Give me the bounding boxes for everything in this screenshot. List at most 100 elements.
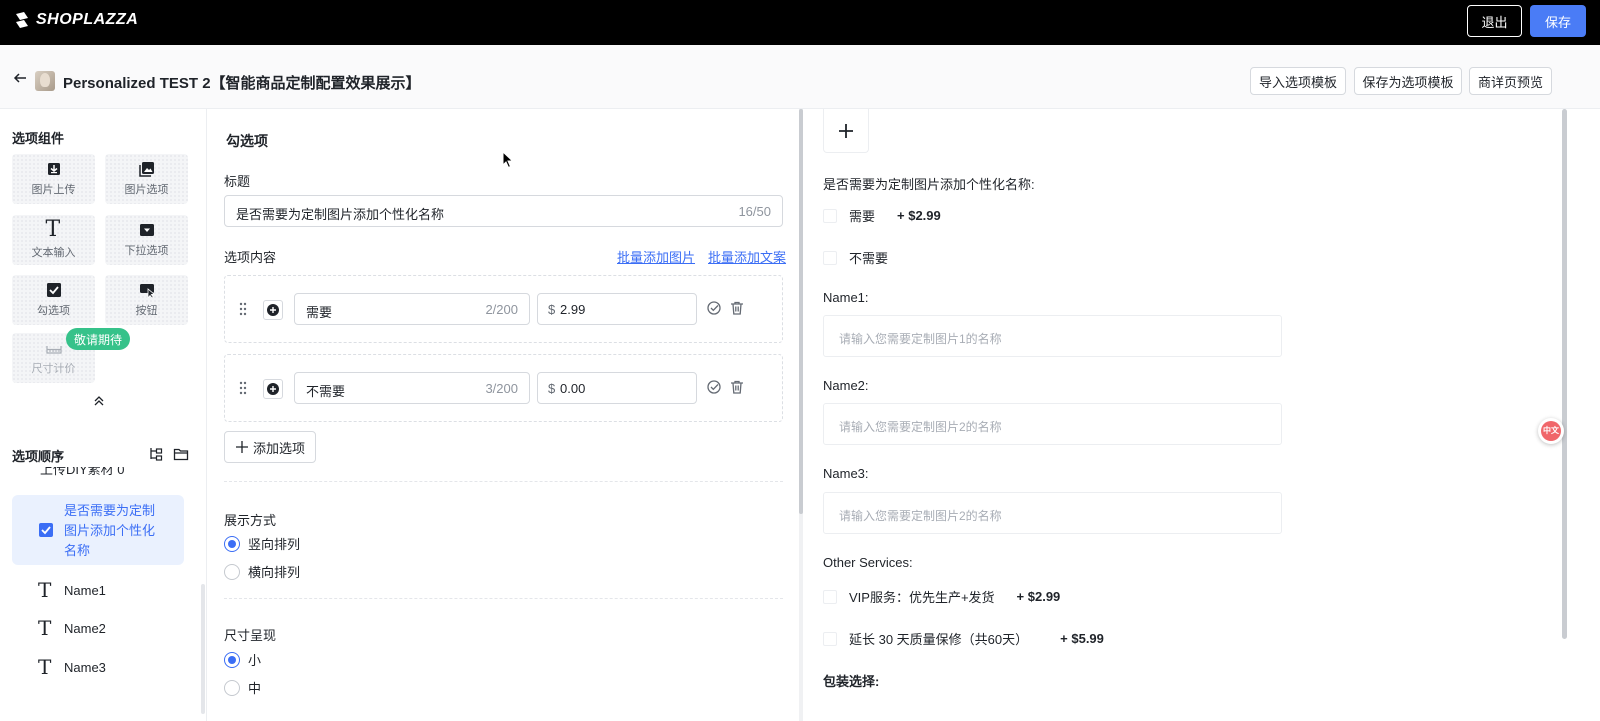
page-header: Personalized TEST 2【智能商品定制配置效果展示】 导入选项模板…	[0, 45, 1600, 109]
add-image-button[interactable]	[263, 379, 283, 399]
folder-icon[interactable]	[173, 446, 189, 462]
display-mode-label: 展示方式	[224, 513, 277, 528]
component-label: 勾选项	[37, 305, 70, 317]
radio-dot	[224, 535, 240, 552]
set-default-icon[interactable]	[706, 300, 722, 316]
checkbox[interactable]	[823, 208, 837, 223]
checkbox[interactable]	[823, 631, 837, 646]
ruler-icon	[45, 346, 62, 354]
drag-handle-icon[interactable]	[239, 302, 247, 316]
component-label: 下拉选项	[124, 245, 169, 257]
radio-label: 中	[248, 681, 262, 696]
back-arrow-icon[interactable]	[12, 70, 28, 86]
sidebar-scrollbar[interactable]	[201, 584, 205, 714]
preview-question: 是否需要为定制图片添加个性化名称:	[823, 177, 1035, 192]
component-dropdown[interactable]: 下拉选项	[105, 215, 188, 265]
radio-label: 横向排列	[248, 565, 301, 580]
add-image-upload[interactable]	[823, 109, 869, 153]
translate-icon: 中文	[1541, 421, 1561, 441]
option-price-input[interactable]: $ 0.00	[537, 372, 697, 404]
delete-icon[interactable]	[729, 300, 745, 316]
set-default-icon[interactable]	[706, 379, 722, 395]
dropdown-icon	[139, 224, 154, 236]
left-sidebar: 选项组件 图片上传 图片选项 T 文本输入 下拉选项 勾选项 按钮 尺寸计价 敬…	[0, 109, 207, 721]
radio-size-medium[interactable]: 中	[224, 678, 261, 697]
drag-handle-icon[interactable]	[239, 381, 247, 395]
checkbox[interactable]	[823, 589, 837, 604]
char-count: 2/200	[485, 302, 518, 317]
order-item-partial[interactable]: 上传DIY素材 0	[40, 467, 125, 477]
preview-choice-yes[interactable]: 需要 + $2.99	[823, 206, 941, 225]
bulk-add-text-link[interactable]: 批量添加文案	[708, 247, 786, 266]
other-services-label: Other Services:	[823, 555, 913, 570]
text-icon: T	[38, 655, 52, 679]
component-checkbox[interactable]: 勾选项	[12, 275, 95, 325]
radio-horizontal[interactable]: 横向排列	[224, 562, 300, 581]
name3-label: Name3:	[823, 466, 869, 481]
chevron-double-up-icon[interactable]	[92, 394, 106, 408]
component-label: 图片选项	[124, 184, 169, 196]
checkbox[interactable]	[823, 250, 837, 265]
input-placeholder: 请输入您需要定制图片2的名称	[839, 509, 1002, 523]
plus-icon	[839, 123, 853, 138]
add-option-label: 添加选项	[252, 440, 305, 456]
name1-input[interactable]: 请输入您需要定制图片1的名称	[823, 315, 1282, 357]
radio-vertical[interactable]: 竖向排列	[224, 534, 300, 553]
radio-size-small[interactable]: 小	[224, 650, 261, 669]
scrollbar-thumb[interactable]	[1562, 109, 1567, 639]
preview-button[interactable]: 商详页预览	[1469, 67, 1552, 95]
save-button[interactable]: 保存	[1530, 5, 1586, 37]
page-title: Personalized TEST 2【智能商品定制配置效果展示】	[63, 75, 421, 92]
checkbox-icon	[46, 283, 61, 297]
preview-service-warranty[interactable]: 延长 30 天质量保修（共60天） + $5.99	[823, 629, 1104, 648]
order-item-label: Name2	[64, 620, 106, 636]
plus-circle-icon	[267, 304, 279, 316]
tree-structure-icon[interactable]	[148, 446, 164, 462]
title-input-value: 是否需要为定制图片添加个性化名称	[236, 207, 445, 222]
option-name-input[interactable]: 不需要 3/200	[294, 372, 530, 404]
char-count: 16/50	[738, 204, 771, 219]
service-price: + $5.99	[1060, 631, 1104, 646]
option-row: 不需要 3/200 $ 0.00	[224, 354, 783, 422]
preview-scrollbar[interactable]	[1562, 109, 1568, 721]
component-label: 尺寸计价	[31, 363, 76, 375]
char-count: 3/200	[485, 381, 518, 396]
name2-label: Name2:	[823, 378, 869, 393]
component-button[interactable]: 按钮	[105, 275, 188, 325]
option-row: 需要 2/200 $ 2.99	[224, 275, 783, 343]
name3-input[interactable]: 请输入您需要定制图片2的名称	[823, 492, 1282, 534]
order-item-name3[interactable]: T Name3	[38, 656, 188, 678]
top-bar: SHOPLAZZA 退出 保存	[0, 0, 1600, 45]
save-as-template-button[interactable]: 保存为选项模板	[1354, 67, 1462, 95]
component-image-upload[interactable]: 图片上传	[12, 154, 95, 204]
delete-icon[interactable]	[729, 379, 745, 395]
coming-soon-badge: 敬请期待	[66, 328, 131, 350]
add-image-button[interactable]	[263, 300, 283, 320]
import-template-button[interactable]: 导入选项模板	[1250, 67, 1346, 95]
logo-text: SHOPLAZZA	[36, 11, 139, 28]
exit-button[interactable]: 退出	[1467, 5, 1522, 37]
order-item-label: Name3	[64, 659, 106, 675]
name2-input[interactable]: 请输入您需要定制图片2的名称	[823, 403, 1282, 445]
order-item-name1[interactable]: T Name1	[38, 579, 188, 601]
option-price-input[interactable]: $ 2.99	[537, 293, 697, 325]
shoplazza-logo[interactable]: SHOPLAZZA	[12, 10, 138, 30]
radio-label: 小	[248, 653, 262, 668]
divider	[224, 481, 783, 482]
bulk-add-images-link[interactable]: 批量添加图片	[617, 247, 695, 266]
order-item-name2[interactable]: T Name2	[38, 617, 188, 639]
title-label: 标题	[224, 174, 251, 189]
component-label: 图片上传	[31, 184, 76, 196]
component-image-options[interactable]: 图片选项	[105, 154, 188, 204]
component-text-input[interactable]: T 文本输入	[12, 215, 95, 265]
translate-button[interactable]: 中文	[1538, 418, 1564, 444]
preview-choice-no[interactable]: 不需要	[823, 248, 888, 267]
option-name-input[interactable]: 需要 2/200	[294, 293, 530, 325]
title-input[interactable]: 是否需要为定制图片添加个性化名称 16/50	[224, 195, 783, 227]
order-item-selected[interactable]: 是否需要为定制图片添加个性化名称	[12, 495, 184, 565]
add-option-button[interactable]: 添加选项	[224, 431, 316, 463]
preview-service-vip[interactable]: VIP服务：优先生产+发货 + $2.99	[823, 587, 1060, 606]
divider	[224, 598, 783, 599]
input-placeholder: 请输入您需要定制图片1的名称	[839, 332, 1002, 346]
text-icon: T	[38, 616, 52, 640]
